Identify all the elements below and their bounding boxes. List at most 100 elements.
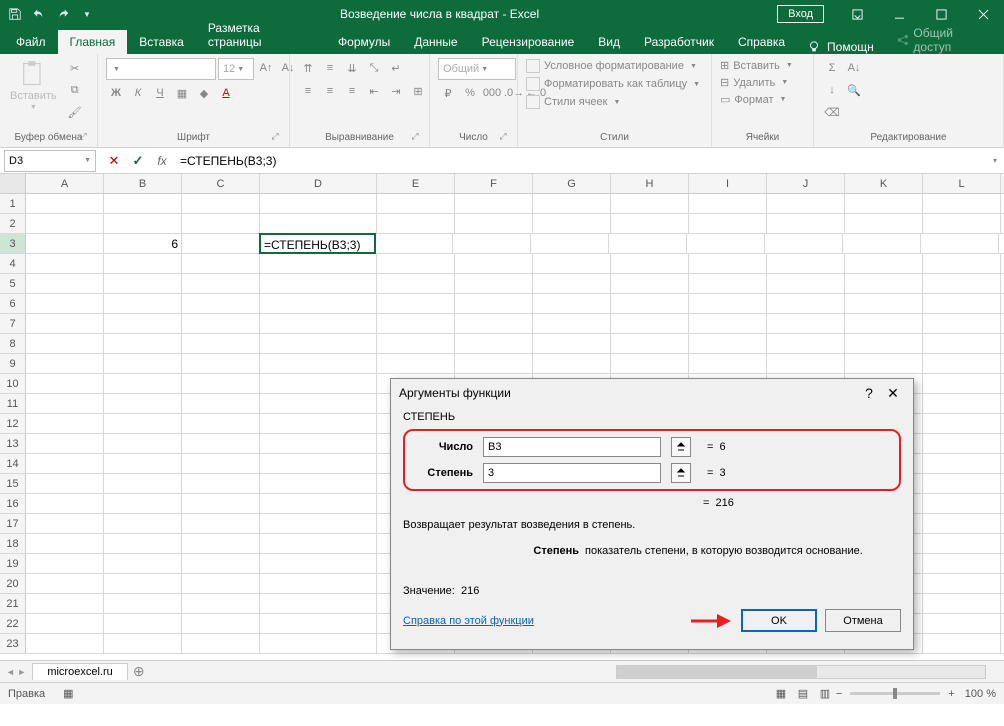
cell[interactable] — [533, 194, 611, 213]
cell[interactable] — [923, 514, 1001, 533]
cell[interactable] — [845, 354, 923, 373]
cell[interactable] — [182, 334, 260, 353]
cell[interactable] — [923, 594, 1001, 613]
cell[interactable] — [689, 274, 767, 293]
tab-help[interactable]: Справка — [726, 30, 797, 54]
cell[interactable] — [104, 294, 182, 313]
cell[interactable] — [260, 594, 377, 613]
italic-button[interactable]: К — [128, 83, 148, 103]
col-header[interactable]: C — [182, 174, 260, 193]
cell[interactable] — [765, 234, 843, 253]
cell[interactable] — [104, 614, 182, 633]
cell[interactable] — [923, 494, 1001, 513]
cell[interactable] — [767, 334, 845, 353]
cell[interactable] — [845, 334, 923, 353]
increase-font-icon[interactable]: A↑ — [256, 58, 276, 78]
cell[interactable] — [182, 474, 260, 493]
cell[interactable] — [377, 194, 455, 213]
cell[interactable] — [260, 634, 377, 653]
cell[interactable] — [260, 394, 377, 413]
cell[interactable] — [611, 354, 689, 373]
col-header[interactable]: A — [26, 174, 104, 193]
cell[interactable] — [923, 254, 1001, 273]
font-color-icon[interactable]: A — [216, 83, 236, 103]
cell[interactable] — [260, 194, 377, 213]
cancel-formula-icon[interactable]: ✕ — [102, 150, 126, 172]
format-cells-button[interactable]: ▭Формат▼ — [720, 92, 786, 107]
cell[interactable] — [923, 614, 1001, 633]
cell[interactable] — [104, 474, 182, 493]
cell[interactable] — [104, 394, 182, 413]
cell[interactable] — [182, 574, 260, 593]
login-button[interactable]: Вход — [777, 5, 824, 23]
maximize-icon[interactable] — [920, 0, 962, 28]
cell[interactable] — [377, 314, 455, 333]
cell[interactable] — [533, 334, 611, 353]
cell[interactable] — [845, 194, 923, 213]
row-header[interactable]: 15 — [0, 474, 26, 493]
cell[interactable] — [104, 454, 182, 473]
cell[interactable] — [260, 474, 377, 493]
row-header[interactable]: 18 — [0, 534, 26, 553]
cell[interactable] — [182, 214, 260, 233]
cell[interactable] — [104, 254, 182, 273]
cell[interactable] — [104, 194, 182, 213]
col-header[interactable]: E — [377, 174, 455, 193]
cell[interactable] — [455, 194, 533, 213]
cell[interactable] — [260, 434, 377, 453]
tab-data[interactable]: Данные — [402, 30, 469, 54]
cell[interactable] — [104, 374, 182, 393]
page-break-view-icon[interactable]: ▥ — [814, 685, 836, 703]
cell[interactable] — [182, 594, 260, 613]
row-header[interactable]: 9 — [0, 354, 26, 373]
cell[interactable] — [104, 334, 182, 353]
cell[interactable] — [26, 494, 104, 513]
cell[interactable] — [26, 214, 104, 233]
cell[interactable] — [455, 254, 533, 273]
col-header[interactable]: K — [845, 174, 923, 193]
zoom-out-icon[interactable]: − — [836, 688, 842, 700]
cell[interactable] — [923, 454, 1001, 473]
row-header[interactable]: 17 — [0, 514, 26, 533]
share-button[interactable]: Общий доступ — [884, 26, 1004, 54]
cell[interactable] — [104, 274, 182, 293]
align-right-icon[interactable]: ≡ — [342, 81, 362, 101]
row-header[interactable]: 16 — [0, 494, 26, 513]
dialog-help-icon[interactable]: ? — [857, 385, 881, 401]
cell[interactable] — [26, 454, 104, 473]
cell[interactable] — [182, 414, 260, 433]
insert-cells-button[interactable]: ⊞Вставить▼ — [720, 58, 793, 73]
cell[interactable] — [182, 434, 260, 453]
align-center-icon[interactable]: ≡ — [320, 81, 340, 101]
cell[interactable] — [923, 374, 1001, 393]
save-icon[interactable] — [4, 3, 26, 25]
cell[interactable] — [455, 314, 533, 333]
cell[interactable] — [182, 554, 260, 573]
cell[interactable] — [533, 314, 611, 333]
macro-record-icon[interactable]: ▦ — [63, 687, 73, 700]
clear-icon[interactable]: ⌫ — [822, 102, 842, 122]
row-header[interactable]: 10 — [0, 374, 26, 393]
cell[interactable] — [689, 294, 767, 313]
sheet-tab[interactable]: microexcel.ru — [32, 663, 127, 680]
format-painter-icon[interactable]: 🖌 — [65, 102, 85, 122]
cell[interactable] — [377, 214, 455, 233]
col-header[interactable]: D — [260, 174, 377, 193]
arg1-ref-button[interactable] — [671, 437, 691, 457]
cell[interactable] — [26, 274, 104, 293]
minimize-icon[interactable] — [878, 0, 920, 28]
paste-button[interactable]: Вставить ▼ — [8, 58, 59, 113]
comma-icon[interactable]: 000 — [482, 83, 502, 103]
cell[interactable] — [104, 574, 182, 593]
cell[interactable] — [182, 534, 260, 553]
cell[interactable] — [923, 434, 1001, 453]
cell[interactable] — [377, 354, 455, 373]
cell[interactable] — [26, 634, 104, 653]
row-header[interactable]: 12 — [0, 414, 26, 433]
tab-review[interactable]: Рецензирование — [470, 30, 587, 54]
fx-icon[interactable]: fx — [150, 150, 174, 172]
cell[interactable] — [377, 334, 455, 353]
align-middle-icon[interactable]: ≡ — [320, 58, 340, 78]
cell[interactable] — [923, 314, 1001, 333]
cell[interactable] — [923, 554, 1001, 573]
